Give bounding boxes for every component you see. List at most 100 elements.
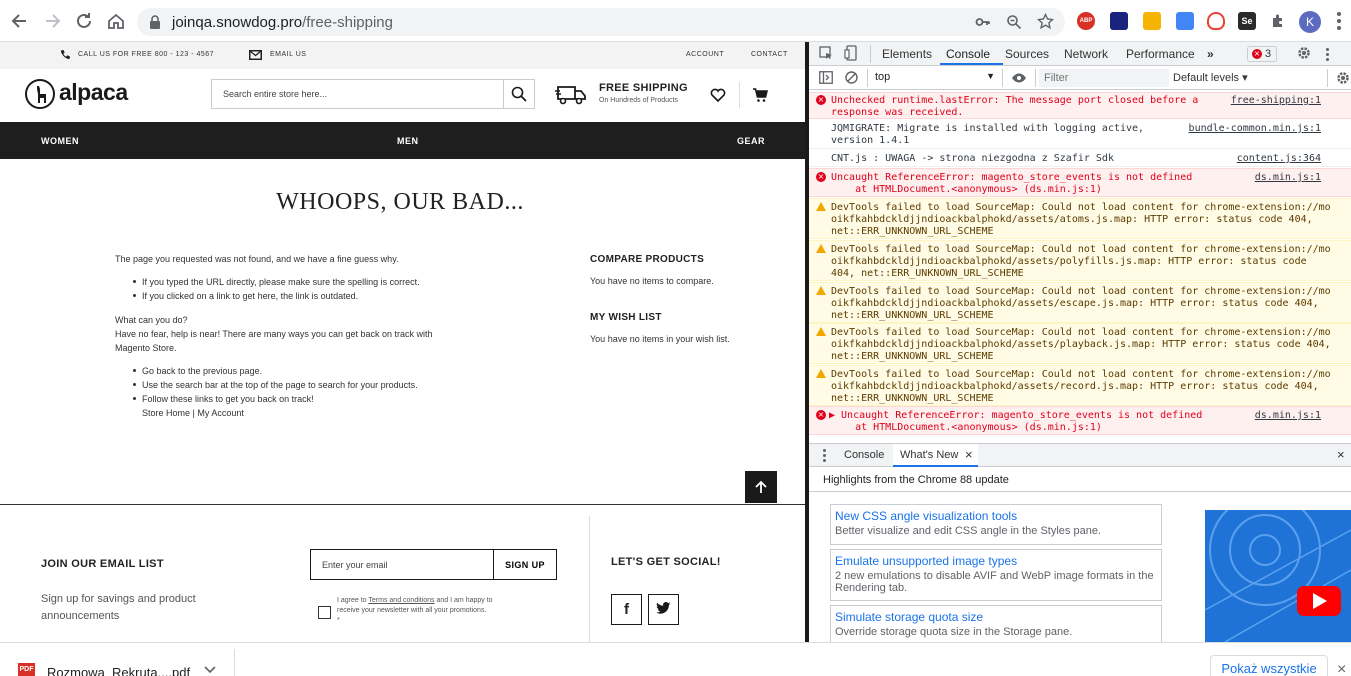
phone-link[interactable]: CALL US FOR FREE 800 - 123 - 4567 [78,51,214,58]
bookmark-star-icon[interactable] [1037,13,1054,30]
source-link[interactable]: bundle-common.min.js:1 [1189,123,1321,135]
device-toolbar-icon[interactable] [844,45,858,61]
close-drawer-icon[interactable]: × [1337,447,1345,462]
selenium-extension-icon[interactable]: Se [1238,12,1256,30]
profile-avatar[interactable]: K [1299,11,1321,33]
shield-extension-icon[interactable] [1207,12,1225,30]
my-account-link[interactable]: My Account [197,408,244,418]
settings-gear-icon[interactable] [1297,46,1311,60]
search-box [211,79,535,109]
logo-text[interactable]: alpaca [59,79,128,106]
console-message[interactable]: × ▶ Uncaught ReferenceError: magento_sto… [809,406,1351,435]
more-tabs-button[interactable]: » [1207,47,1214,61]
console-message: DevTools failed to load SourceMap: Could… [809,365,1351,406]
feature-desc: Override storage quota size in the Stora… [835,626,1073,638]
feature-card[interactable]: Simulate storage quota size Override sto… [830,605,1162,642]
extension-icon[interactable] [1110,12,1128,30]
nav-item-women[interactable]: WOMEN [41,136,79,146]
zoom-icon[interactable] [1006,14,1022,30]
reload-icon[interactable] [73,10,95,32]
chevron-down-icon[interactable] [204,666,216,674]
feature-card[interactable]: Emulate unsupported image types 2 new em… [830,549,1162,601]
live-expression-eye-icon[interactable] [1011,73,1027,83]
email-us-link[interactable]: EMAIL US [270,51,306,58]
cart-icon[interactable] [752,87,768,103]
newsletter-text: Sign up for savings and product announcem… [41,593,196,622]
twitter-icon [656,602,671,614]
feature-title[interactable]: Simulate storage quota size [835,610,983,624]
menu-dots-icon[interactable] [1337,12,1341,30]
tab-network[interactable]: Network [1064,47,1108,61]
newsletter-email-input[interactable] [310,549,494,580]
sign-up-button[interactable]: SIGN UP [493,549,557,580]
terms-link[interactable]: Terms and conditions [368,597,434,604]
context-selector[interactable]: top ▼ [874,71,995,86]
source-link[interactable]: ds.min.js:1 [1255,172,1321,184]
intro-text: The page you requested was not found, an… [115,254,399,264]
tab-performance[interactable]: Performance [1126,47,1195,61]
tab-sources[interactable]: Sources [1005,47,1049,61]
inspect-element-icon[interactable] [819,46,833,60]
drawer-tab-whats-new[interactable]: What's New × [893,444,978,467]
sidebar-toggle-icon[interactable] [819,71,833,84]
close-icon[interactable]: × [965,447,973,462]
downloads-bar: PDF Rozmowa_Rekruta....pdf Pokaż wszystk… [0,642,1351,676]
error-icon: × [816,410,826,420]
show-all-downloads-button[interactable]: Pokaż wszystkie [1210,655,1328,676]
download-file-name[interactable]: Rozmowa_Rekruta....pdf [47,665,190,676]
source-link[interactable]: ds.min.js:1 [1255,410,1321,422]
forward-icon[interactable] [41,10,63,32]
store-home-link[interactable]: Store Home [142,408,190,418]
reason-item: If you typed the URL directly, please ma… [142,277,420,287]
free-shipping-title: FREE SHIPPING [599,82,688,94]
close-downloads-icon[interactable]: × [1337,661,1346,676]
terms-text: I agree to Terms and conditions and I am… [337,597,493,624]
search-icon [511,86,527,102]
twitter-button[interactable] [648,594,679,625]
nav-item-gear[interactable]: GEAR [737,136,765,146]
feature-card[interactable]: New CSS angle visualization tools Better… [830,504,1162,545]
source-link[interactable]: free-shipping:1 [1231,95,1321,107]
contact-link[interactable]: CONTACT [751,51,788,58]
extension-image-icon[interactable] [1143,12,1161,30]
lock-icon[interactable] [149,15,161,29]
what-can-you-do: What can you do? [115,315,188,325]
translate-extension-icon[interactable] [1176,12,1194,30]
feature-title[interactable]: Emulate unsupported image types [835,554,1017,568]
warning-icon [816,202,826,211]
adblock-extension-icon[interactable]: ABP [1077,12,1095,30]
alpaca-logo-icon[interactable] [25,79,55,109]
address-bar[interactable]: joinqa.snowdog.pro/free-shipping [137,8,1065,36]
drawer-menu-icon[interactable] [823,449,826,462]
facebook-button[interactable]: f [611,594,642,625]
puzzle-icon[interactable] [1270,13,1286,29]
heart-icon[interactable] [710,88,726,102]
search-button[interactable] [503,80,534,108]
devtools-menu-icon[interactable] [1326,48,1329,61]
pdf-file-icon: PDF [18,663,35,676]
console-settings-icon[interactable] [1336,71,1350,85]
back-icon[interactable] [9,10,31,32]
console-toolbar: top ▼ Default levels ▾ [809,66,1351,90]
feature-desc: Better visualize and edit CSS angle in t… [835,525,1101,537]
drawer-tab-console[interactable]: Console [844,449,884,461]
home-icon[interactable] [105,10,127,32]
feature-title[interactable]: New CSS angle visualization tools [835,509,1017,523]
error-counter[interactable]: × 3 [1247,46,1277,62]
tab-console[interactable]: Console [946,47,990,61]
whats-new-video-thumbnail[interactable] [1205,510,1351,642]
warning-icon [816,327,826,336]
console-filter-input[interactable] [1039,69,1169,87]
bullet [133,280,136,283]
help-links: Store Home | My Account [142,406,244,420]
source-link[interactable]: content.js:364 [1237,153,1321,165]
tab-elements[interactable]: Elements [882,47,932,61]
account-link[interactable]: ACCOUNT [686,51,724,58]
log-levels-dropdown[interactable]: Default levels ▾ [1173,71,1248,84]
scroll-to-top-button[interactable] [745,471,777,503]
key-icon[interactable] [975,14,991,30]
search-input[interactable] [212,80,504,108]
nav-item-men[interactable]: MEN [397,136,419,146]
terms-checkbox[interactable] [318,606,331,619]
clear-console-icon[interactable] [845,71,858,84]
